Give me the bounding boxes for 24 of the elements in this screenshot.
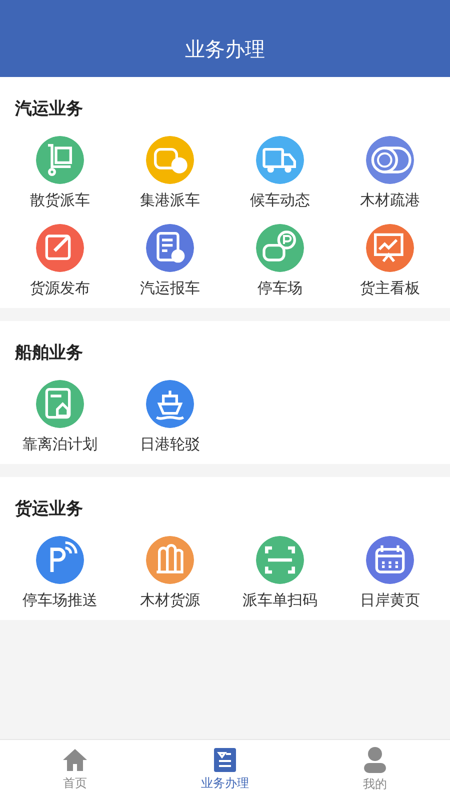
service-item[interactable]: 散货派车 (5, 136, 115, 210)
service-item[interactable]: 货主看板 (335, 224, 445, 298)
home-icon (62, 748, 88, 772)
page-title: 业务办理 (185, 36, 265, 63)
section-title: 船舶业务 (14, 342, 84, 364)
service-item[interactable]: 候车动态 (225, 136, 335, 210)
service-item[interactable]: 靠离泊计划 (5, 380, 115, 454)
service-item[interactable]: 停车场 (225, 224, 335, 298)
section-title: 汽运业务 (14, 98, 84, 120)
service-item[interactable]: 日岸黄页 (335, 536, 445, 610)
service-item[interactable]: 停车场推送 (5, 536, 115, 610)
section-title: 货运业务 (14, 498, 84, 520)
user-icon (363, 747, 387, 773)
service-item[interactable]: 派车单扫码 (225, 536, 335, 610)
tab[interactable]: 我的 (300, 740, 450, 800)
service-item[interactable]: 货源发布 (5, 224, 115, 298)
service-item[interactable]: 集港派车 (115, 136, 225, 210)
tab[interactable]: 业务办理 (150, 740, 300, 800)
service-item[interactable]: 汽运报车 (115, 224, 225, 298)
service-item[interactable]: 日港轮驳 (115, 380, 225, 454)
service-item[interactable]: 木材疏港 (335, 136, 445, 210)
tab[interactable]: 首页 (0, 740, 150, 800)
service-item[interactable]: 木材货源 (115, 536, 225, 610)
document-icon (214, 748, 236, 772)
